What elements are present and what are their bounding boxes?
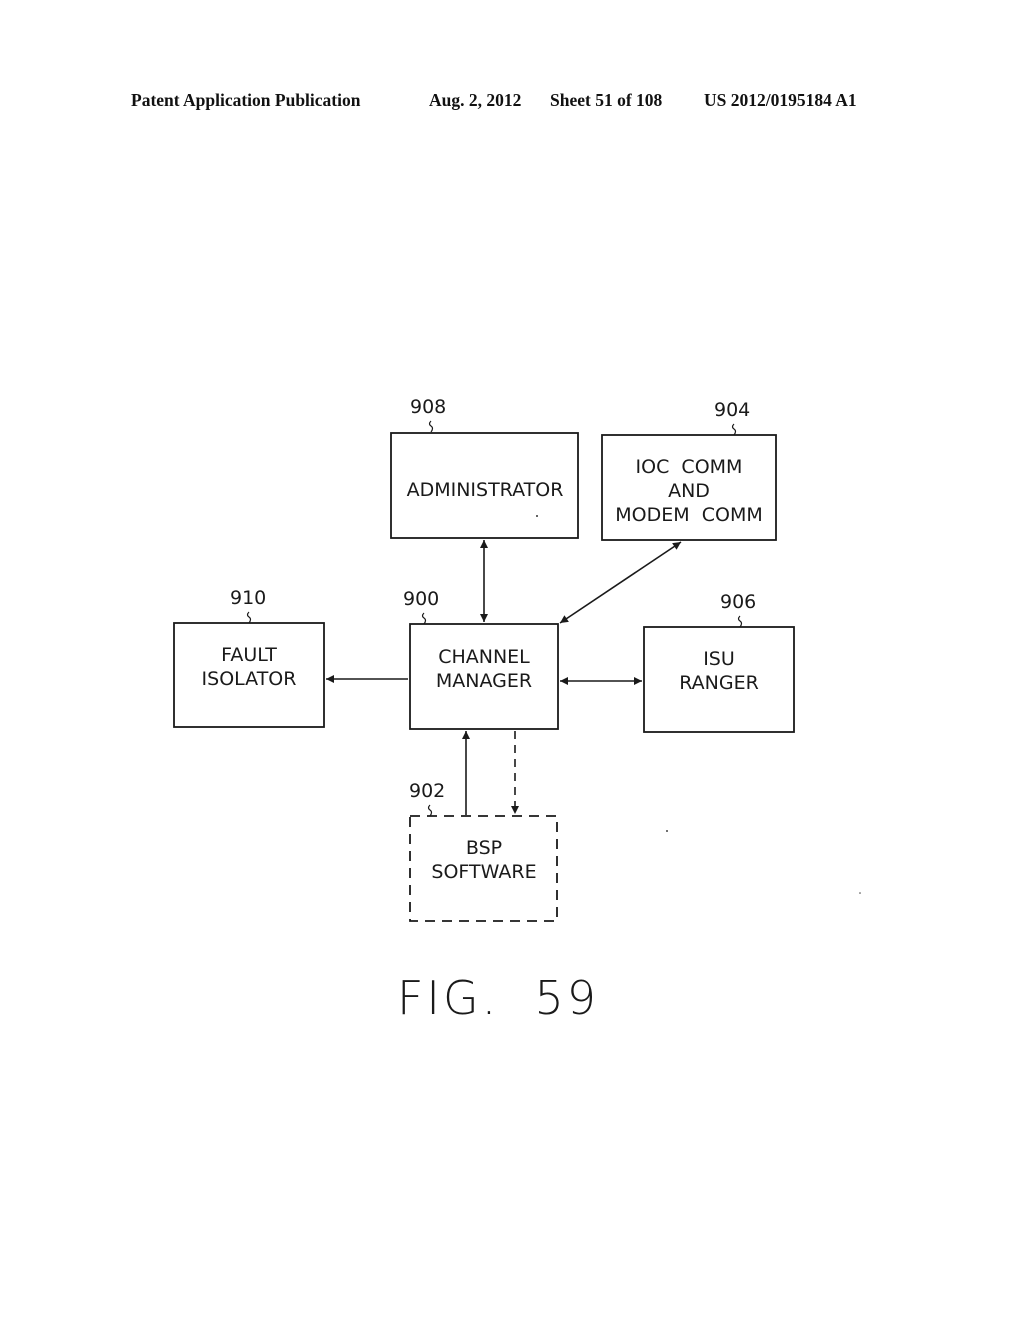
bsp-software-label-line2: SOFTWARE	[431, 861, 536, 883]
ref-number-910: 910	[230, 587, 266, 609]
fault-isolator-label-line2: ISOLATOR	[202, 668, 297, 690]
ioc-comm-label-line2: AND	[668, 480, 710, 502]
block-ioc-comm: 904 IOC COMM AND MODEM COMM	[601, 399, 777, 541]
leader-squiggle	[737, 615, 743, 628]
speck	[859, 892, 861, 894]
leader-squiggle	[428, 420, 434, 433]
block-fault-isolator: 910 FAULT ISOLATOR	[173, 587, 325, 728]
leader-squiggle	[421, 612, 427, 625]
channel-manager-label-line1: CHANNEL	[438, 646, 530, 668]
bsp-software-label-line1: BSP	[466, 837, 502, 859]
ioc-comm-label-line3: MODEM COMM	[615, 504, 762, 526]
arrow-ioc-comm-channel-manager	[559, 541, 682, 624]
fault-isolator-label-line1: FAULT	[221, 644, 277, 666]
channel-manager-label-line2: MANAGER	[436, 670, 532, 692]
administrator-label: ADMINISTRATOR	[407, 479, 564, 501]
figure-caption: FIG. 59	[397, 971, 599, 1025]
leader-squiggle	[731, 423, 737, 436]
block-bsp-software: 902 BSP SOFTWARE	[409, 780, 558, 922]
block-diagram: 908 ADMINISTRATOR 904 IOC COMM AND MODEM…	[173, 396, 861, 1025]
ref-number-908: 908	[410, 396, 446, 418]
leader-squiggle	[427, 804, 433, 817]
ref-number-902: 902	[409, 780, 445, 802]
speck	[536, 515, 538, 517]
ref-number-900: 900	[403, 588, 439, 610]
isu-ranger-label-line2: RANGER	[679, 672, 759, 694]
block-channel-manager: 900 CHANNEL MANAGER	[403, 588, 559, 730]
block-administrator: 908 ADMINISTRATOR	[390, 396, 579, 539]
speck	[666, 830, 668, 832]
ref-number-906: 906	[720, 591, 756, 613]
ref-number-904: 904	[714, 399, 750, 421]
ioc-comm-label-line1: IOC COMM	[636, 456, 743, 478]
leader-squiggle	[246, 611, 252, 624]
block-isu-ranger: 906 ISU RANGER	[643, 591, 795, 733]
isu-ranger-label-line1: ISU	[703, 648, 735, 670]
